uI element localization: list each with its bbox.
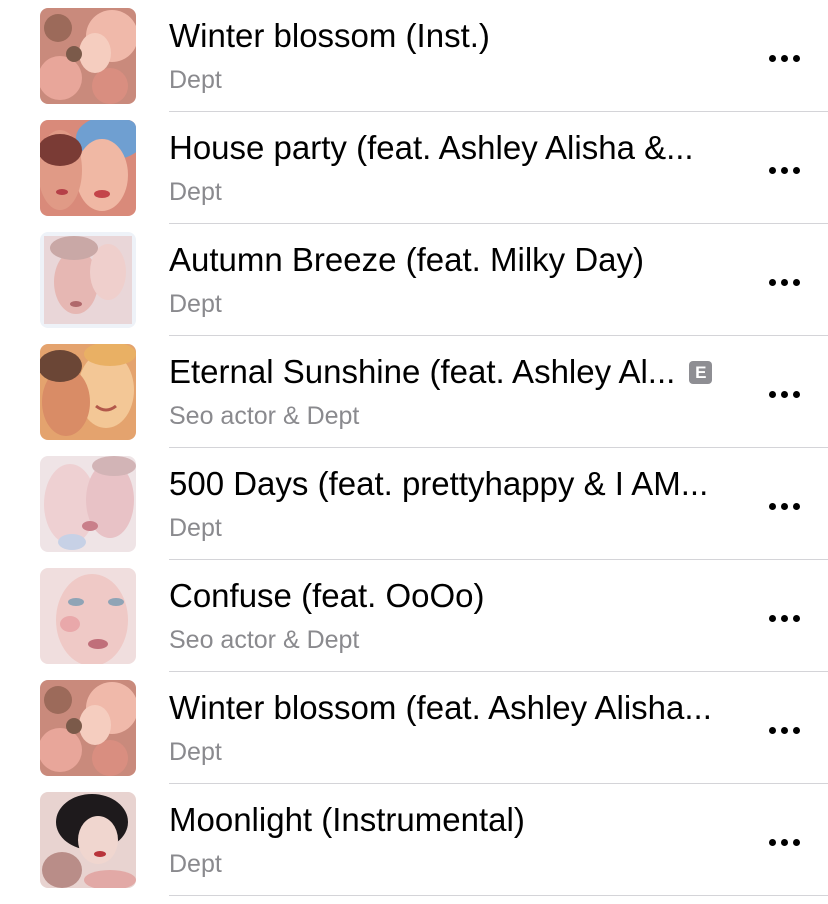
- track-title-line: Autumn Breeze (feat. Milky Day): [169, 240, 644, 280]
- ellipsis-icon: [780, 278, 788, 286]
- ellipsis-icon: [768, 502, 776, 510]
- track-title-line: Moonlight (Instrumental): [169, 800, 525, 840]
- ellipsis-icon: [780, 502, 788, 510]
- track-artist: Dept: [169, 738, 222, 766]
- album-artwork: [40, 456, 136, 552]
- track-artist: Dept: [169, 290, 222, 318]
- track-artist: Dept: [169, 66, 222, 94]
- ellipsis-icon: [768, 166, 776, 174]
- album-artwork: [40, 344, 136, 440]
- ellipsis-icon: [780, 166, 788, 174]
- more-options-button[interactable]: [760, 264, 808, 300]
- more-options-button[interactable]: [760, 152, 808, 188]
- album-artwork: [40, 232, 136, 328]
- track-title: Moonlight (Instrumental): [169, 801, 525, 838]
- ellipsis-icon: [768, 726, 776, 734]
- ellipsis-icon: [780, 54, 788, 62]
- ellipsis-icon: [792, 54, 800, 62]
- track-row[interactable]: Winter blossom (Inst.) Dept: [0, 0, 828, 112]
- ellipsis-icon: [780, 838, 788, 846]
- album-artwork-dark-hair-portrait: [40, 792, 136, 888]
- track-artist: Dept: [169, 850, 222, 878]
- album-artwork-pink-flowers: [40, 680, 136, 776]
- ellipsis-icon: [768, 54, 776, 62]
- track-title-line: House party (feat. Ashley Alisha &...: [169, 128, 694, 168]
- track-artist: Dept: [169, 514, 222, 542]
- track-title: Confuse (feat. OoOo): [169, 577, 485, 614]
- track-row[interactable]: 500 Days (feat. prettyhappy & I AM... De…: [0, 448, 828, 560]
- more-options-button[interactable]: [760, 824, 808, 860]
- album-artwork-kissing-faces: [40, 456, 136, 552]
- track-artist: Seo actor & Dept: [169, 626, 360, 654]
- album-artwork-pale-faces: [40, 232, 136, 328]
- ellipsis-icon: [792, 726, 800, 734]
- track-row[interactable]: Eternal Sunshine (feat. Ashley Al... E S…: [0, 336, 828, 448]
- album-artwork-face-closeup: [40, 568, 136, 664]
- ellipsis-icon: [792, 614, 800, 622]
- more-options-button[interactable]: [760, 712, 808, 748]
- track-title: Winter blossom (feat. Ashley Alisha...: [169, 689, 712, 726]
- track-title: House party (feat. Ashley Alisha &...: [169, 129, 694, 166]
- album-artwork: [40, 120, 136, 216]
- album-artwork: [40, 680, 136, 776]
- track-title-line: Eternal Sunshine (feat. Ashley Al... E: [169, 352, 713, 392]
- more-options-button[interactable]: [760, 600, 808, 636]
- ellipsis-icon: [792, 838, 800, 846]
- track-row[interactable]: Autumn Breeze (feat. Milky Day) Dept: [0, 224, 828, 336]
- track-title: Autumn Breeze (feat. Milky Day): [169, 241, 644, 278]
- album-artwork-smiling-faces: [40, 344, 136, 440]
- album-artwork-pink-flowers: [40, 8, 136, 104]
- more-options-button[interactable]: [760, 376, 808, 412]
- track-row[interactable]: House party (feat. Ashley Alisha &... De…: [0, 112, 828, 224]
- ellipsis-icon: [792, 166, 800, 174]
- album-artwork: [40, 8, 136, 104]
- track-title-line: 500 Days (feat. prettyhappy & I AM...: [169, 464, 708, 504]
- ellipsis-icon: [780, 726, 788, 734]
- ellipsis-icon: [780, 614, 788, 622]
- track-title-line: Winter blossom (Inst.): [169, 16, 490, 56]
- ellipsis-icon: [768, 614, 776, 622]
- ellipsis-icon: [768, 278, 776, 286]
- track-row[interactable]: Moonlight (Instrumental) Dept: [0, 784, 828, 896]
- row-separator: [169, 895, 828, 896]
- track-row[interactable]: Winter blossom (feat. Ashley Alisha... D…: [0, 672, 828, 784]
- ellipsis-icon: [768, 838, 776, 846]
- album-artwork: [40, 792, 136, 888]
- ellipsis-icon: [792, 278, 800, 286]
- album-artwork-two-faces-blue-hair: [40, 120, 136, 216]
- ellipsis-icon: [780, 390, 788, 398]
- track-title: Winter blossom (Inst.): [169, 17, 490, 54]
- track-title: Eternal Sunshine (feat. Ashley Al...: [169, 353, 676, 390]
- ellipsis-icon: [792, 390, 800, 398]
- track-artist: Dept: [169, 178, 222, 206]
- more-options-button[interactable]: [760, 40, 808, 76]
- album-artwork: [40, 568, 136, 664]
- track-title: 500 Days (feat. prettyhappy & I AM...: [169, 465, 709, 502]
- more-options-button[interactable]: [760, 488, 808, 524]
- ellipsis-icon: [792, 502, 800, 510]
- track-row[interactable]: Confuse (feat. OoOo) Seo actor & Dept: [0, 560, 828, 672]
- track-title-line: Confuse (feat. OoOo): [169, 576, 484, 616]
- track-title-line: Winter blossom (feat. Ashley Alisha...: [169, 688, 712, 728]
- ellipsis-icon: [768, 390, 776, 398]
- track-artist: Seo actor & Dept: [169, 402, 360, 430]
- explicit-badge: E: [689, 360, 713, 384]
- track-list: Winter blossom (Inst.) Dept House party …: [0, 0, 828, 904]
